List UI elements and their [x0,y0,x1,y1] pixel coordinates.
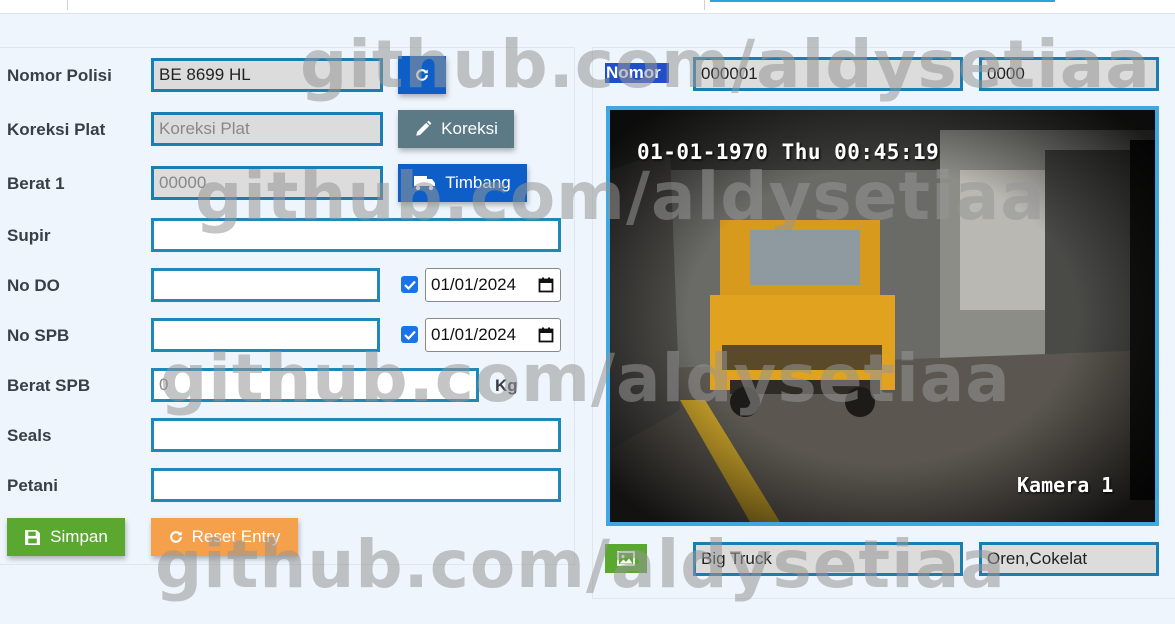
no-spb-label: No SPB [7,326,70,345]
tab-divider [67,0,68,10]
nomor-label: Nomor [605,63,669,83]
petani-input[interactable] [151,468,561,502]
reset-entry-button[interactable]: Reset Entry [151,518,298,556]
koreksi-plat-input[interactable]: Koreksi Plat [151,112,383,146]
berat-spb-input[interactable]: 0 [151,368,479,402]
supir-label: Supir [7,226,51,245]
no-do-checkbox[interactable] [401,276,418,293]
petani-label: Petani [7,476,59,495]
nomor-polisi-input[interactable]: BE 8699 HL [151,58,383,92]
camera-timestamp: 01-01-1970 Thu 00:45:19 [637,140,940,164]
simpan-button[interactable]: Simpan [7,518,125,556]
koreksi-button[interactable]: Koreksi [398,110,514,148]
seals-label: Seals [7,426,52,445]
timbang-button-label: Timbang [445,173,511,192]
refresh-button[interactable] [398,56,446,94]
berat-spb-label: Berat SPB [7,376,91,395]
vehicle-type-input[interactable]: Big Truck [693,542,963,576]
nomor-code-input[interactable]: 0000 [979,57,1159,91]
truck-icon [414,176,436,191]
koreksi-button-label: Koreksi [441,119,498,138]
camera-image [610,110,1155,522]
calendar-icon[interactable] [538,277,554,293]
simpan-button-label: Simpan [50,527,108,546]
active-tab-indicator [710,0,1055,2]
nomor-input[interactable]: 000001 [693,57,963,91]
calendar-icon[interactable] [538,327,554,343]
timbang-button[interactable]: Timbang [398,164,527,202]
nomor-polisi-label: Nomor Polisi [7,66,112,85]
no-do-input[interactable] [151,268,380,302]
checkmark-icon [403,280,416,290]
supir-input[interactable] [151,218,561,252]
checkmark-icon [403,330,416,340]
no-spb-checkbox[interactable] [401,326,418,343]
camera-name: Kamera 1 [1017,473,1114,497]
no-do-label: No DO [7,276,60,295]
seals-input[interactable] [151,418,561,452]
tab-divider [704,0,705,10]
reset-entry-button-label: Reset Entry [191,527,281,546]
pencil-icon [416,120,432,136]
top-bar [0,0,1175,14]
no-do-date-value: 01/01/2024 [431,275,517,294]
koreksi-plat-label: Koreksi Plat [7,120,106,139]
no-spb-date-input[interactable]: 01/01/2024 [425,318,561,352]
no-spb-input[interactable] [151,318,380,352]
camera-feed: 01-01-1970 Thu 00:45:19 Kamera 1 [606,106,1159,526]
no-do-date-input[interactable]: 01/01/2024 [425,268,561,302]
refresh-icon [416,69,428,81]
capture-image-button[interactable] [605,544,647,573]
berat1-input[interactable]: 00000 [151,166,383,200]
berat-spb-unit: Kg [495,376,518,395]
reset-icon [169,531,182,543]
image-icon [617,551,635,566]
no-spb-date-value: 01/01/2024 [431,325,517,344]
vehicle-color-input[interactable]: Oren,Cokelat [979,542,1159,576]
save-icon [25,529,41,545]
berat1-label: Berat 1 [7,174,65,193]
